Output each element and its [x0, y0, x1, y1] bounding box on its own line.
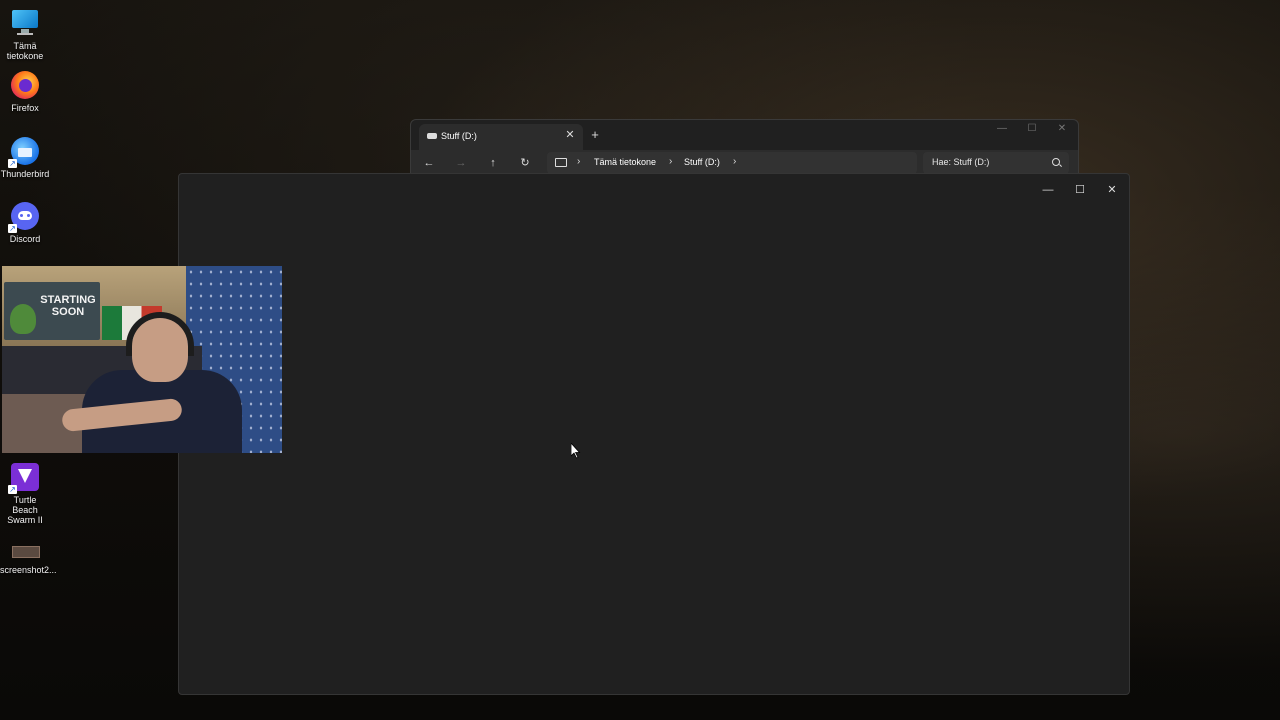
- desktop-icon-discord[interactable]: ↗ Discord: [0, 201, 50, 244]
- firefox-icon: [10, 70, 40, 100]
- search-icon: [1052, 158, 1060, 166]
- blank-window[interactable]: — ☐ ✕: [178, 173, 1130, 695]
- tab-close-icon[interactable]: ✕: [563, 128, 577, 141]
- up-button[interactable]: ↑: [484, 154, 502, 172]
- back-button[interactable]: ←: [420, 154, 438, 172]
- image-file-icon: [10, 540, 40, 570]
- webcam-overlay: STARTING SOON: [2, 266, 282, 453]
- new-tab-button[interactable]: +: [587, 127, 603, 142]
- shortcut-arrow-icon: ↗: [8, 159, 17, 168]
- thunderbird-icon: ↗: [8, 136, 40, 168]
- breadcrumb-separator: ›: [669, 156, 673, 167]
- desktop-icon-turtle-beach[interactable]: ↗ Turtle Beach Swarm II: [0, 462, 50, 525]
- desktop-icon-thunderbird[interactable]: ↗ Thunderbird: [0, 136, 50, 179]
- computer-icon: [10, 8, 40, 38]
- refresh-button[interactable]: ↻: [516, 154, 534, 172]
- webcam-poster: STARTING SOON: [4, 282, 100, 340]
- maximize-button[interactable]: ☐: [1022, 123, 1042, 134]
- shortcut-arrow-icon: ↗: [8, 224, 17, 233]
- search-placeholder: Hae: Stuff (D:): [932, 157, 990, 167]
- discord-icon: ↗: [8, 201, 40, 233]
- breadcrumb-this-pc[interactable]: Tämä tietokone: [594, 157, 656, 167]
- desktop-icon-label: Firefox: [11, 103, 39, 113]
- forward-button[interactable]: →: [452, 154, 470, 172]
- desktop-icon-label: Discord: [9, 234, 41, 244]
- address-bar[interactable]: › Tämä tietokone › Stuff (D:) ›: [547, 152, 917, 174]
- maximize-button[interactable]: ☐: [1068, 182, 1092, 198]
- desktop-icon-firefox[interactable]: Firefox: [0, 70, 50, 113]
- breadcrumb-separator: ›: [577, 156, 581, 167]
- desktop-icon-screenshot[interactable]: screenshot2...: [0, 540, 57, 575]
- desktop-icon-label: Thunderbird: [0, 169, 50, 179]
- poster-text: STARTING SOON: [40, 294, 96, 318]
- desktop-icon-label: Turtle Beach Swarm II: [7, 495, 43, 525]
- close-button[interactable]: ✕: [1052, 123, 1072, 134]
- minimize-button[interactable]: —: [1036, 182, 1060, 198]
- desktop-icon-this-pc[interactable]: Tämä tietokone: [0, 8, 50, 61]
- desktop: { "desktop": { "icons": [ {"label_line1"…: [0, 0, 1280, 720]
- turtle-mascot-icon: [10, 304, 36, 334]
- drive-icon: [427, 133, 437, 139]
- minimize-button[interactable]: —: [992, 123, 1012, 134]
- desktop-icon-label: Tämä tietokone: [6, 41, 44, 61]
- tab-title: Stuff (D:): [441, 131, 477, 141]
- tab-strip: Stuff (D:) ✕ + — ☐ ✕: [411, 120, 1078, 150]
- shortcut-arrow-icon: ↗: [8, 485, 17, 494]
- search-box[interactable]: Hae: Stuff (D:): [923, 152, 1069, 174]
- tab-stuff-d[interactable]: Stuff (D:) ✕: [419, 124, 583, 150]
- computer-icon: [555, 158, 567, 167]
- breadcrumb-stuff-d[interactable]: Stuff (D:): [684, 157, 720, 167]
- turtle-beach-icon: ↗: [8, 462, 40, 494]
- breadcrumb-separator: ›: [733, 156, 737, 167]
- file-explorer-window[interactable]: Stuff (D:) ✕ + — ☐ ✕ ← → ↑ ↻ › Tämä tiet…: [410, 119, 1079, 177]
- close-button[interactable]: ✕: [1100, 182, 1124, 198]
